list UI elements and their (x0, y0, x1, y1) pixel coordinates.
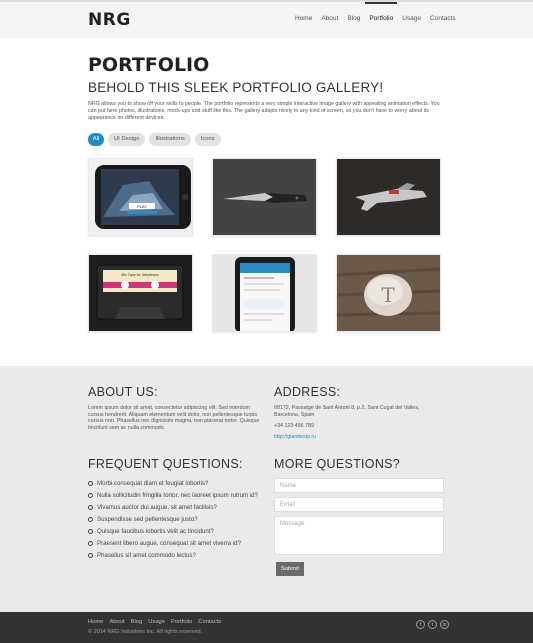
about-title: ABOUT US: (88, 385, 158, 399)
bullet-icon (88, 540, 93, 546)
cassette-label: Mix Tape for Jellybeans (121, 273, 159, 277)
mobile-app-image (213, 255, 316, 331)
gallery-item-knife[interactable] (212, 158, 317, 236)
faq-item[interactable]: Praesent libero augue, consequat sit ame… (88, 537, 258, 549)
faq-item[interactable]: Phasellus sit amet commodo lectus? (88, 549, 258, 561)
faq-item[interactable]: Suspendisse sed pellentesque justo? (88, 513, 258, 525)
address-title: ADDRESS: (274, 385, 341, 399)
play-label: PLAY (137, 204, 147, 209)
gallery-filters: All UI Design Illustrations Icons (88, 133, 221, 146)
site-footer: Home About Blog Usage Portfolio Contacts… (0, 612, 533, 643)
logo[interactable]: NRG (88, 10, 131, 30)
page-subtitle: BEHOLD THIS SLEEK PORTFOLIO GALLERY! (88, 80, 384, 95)
footer-link-home[interactable]: Home (88, 619, 103, 625)
bullet-icon (88, 552, 93, 558)
bullet-icon (88, 528, 93, 534)
gallery-item-stone[interactable]: T (336, 254, 441, 332)
footer-link-blog[interactable]: Blog (131, 619, 143, 625)
nav-blog[interactable]: Blog (343, 2, 364, 38)
faq-list: Morbi consequat diam et feugiat lobortis… (88, 477, 258, 561)
social-links: f t in (416, 620, 449, 629)
cassette-image: Mix Tape for Jellybeans (89, 255, 192, 331)
filter-ui-design[interactable]: UI Design (108, 133, 146, 146)
faq-item[interactable]: Vivamus auctor dui augue, sit amet facil… (88, 501, 258, 513)
name-input[interactable]: Name (274, 478, 444, 493)
address-line1: 08172, Passatge de Sant Antoni 8, p.2, S… (274, 405, 420, 411)
knife-image (213, 159, 316, 235)
linkedin-icon[interactable]: in (440, 620, 449, 629)
contact-title: MORE QUESTIONS? (274, 457, 401, 471)
about-text: Lorem ipsum dolor sit amet, consectetur … (88, 405, 260, 431)
filter-all[interactable]: All (88, 133, 104, 146)
submit-button[interactable]: Submit (276, 562, 304, 576)
faq-item[interactable]: Nulla sollicitudin fringilla tortor, nec… (88, 489, 258, 501)
faq-item[interactable]: Morbi consequat diam et feugiat lobortis… (88, 477, 258, 489)
portfolio-gallery: PLAY Mix Tape for Jellybeans T (88, 158, 442, 336)
bullet-icon (88, 516, 93, 522)
page-title: PORTFOLIO (88, 54, 210, 76)
blaster-image (337, 159, 440, 235)
nav-usage[interactable]: Usage (398, 2, 425, 38)
gallery-item-blaster[interactable] (336, 158, 441, 236)
main-nav: Home About Blog Portfolio Usage Contacts (291, 2, 461, 38)
nav-portfolio[interactable]: Portfolio (365, 2, 398, 38)
filter-illustrations[interactable]: Illustrations (149, 133, 191, 146)
message-textarea[interactable]: Message (274, 516, 444, 555)
stone-letter: T (381, 283, 395, 307)
footer-link-contacts[interactable]: Contacts (198, 619, 221, 625)
intro-text: NRG allows you to show off your skills t… (88, 101, 440, 121)
address-line2: Barcelona, Spain (274, 412, 315, 418)
faq-item[interactable]: Quisque faucibus lobortis velit ac tinci… (88, 525, 258, 537)
faq-title: FREQUENT QUESTIONS: (88, 457, 243, 471)
site-header: NRG Home About Blog Portfolio Usage Cont… (0, 0, 533, 38)
info-section (0, 366, 533, 612)
address-url[interactable]: http://gianttesip.ru (274, 434, 316, 441)
gallery-item-cassette[interactable]: Mix Tape for Jellybeans (88, 254, 193, 332)
nav-home[interactable]: Home (291, 2, 316, 38)
footer-link-portfolio[interactable]: Portfolio (171, 619, 192, 625)
nav-about[interactable]: About (317, 2, 342, 38)
bullet-icon (88, 480, 93, 486)
phone-game-image: PLAY (89, 159, 192, 235)
filter-icons[interactable]: Icons (194, 133, 221, 146)
bullet-icon (88, 504, 93, 510)
footer-link-usage[interactable]: Usage (148, 619, 165, 625)
nav-contacts[interactable]: Contacts (426, 2, 460, 38)
gallery-item-mobile-app[interactable] (212, 254, 317, 332)
copyright: © 2014 NRG Industries Inc. All rights re… (88, 629, 203, 635)
footer-nav: Home About Blog Usage Portfolio Contacts (88, 619, 221, 625)
bullet-icon (88, 492, 93, 498)
twitter-icon[interactable]: t (428, 620, 437, 629)
facebook-icon[interactable]: f (416, 620, 425, 629)
email-input[interactable]: Email (274, 497, 444, 512)
address-phone: +34 123 456 789 (274, 423, 314, 429)
footer-link-about[interactable]: About (109, 619, 124, 625)
stone-image: T (337, 255, 440, 331)
gallery-item-phone-game[interactable]: PLAY (88, 158, 193, 236)
